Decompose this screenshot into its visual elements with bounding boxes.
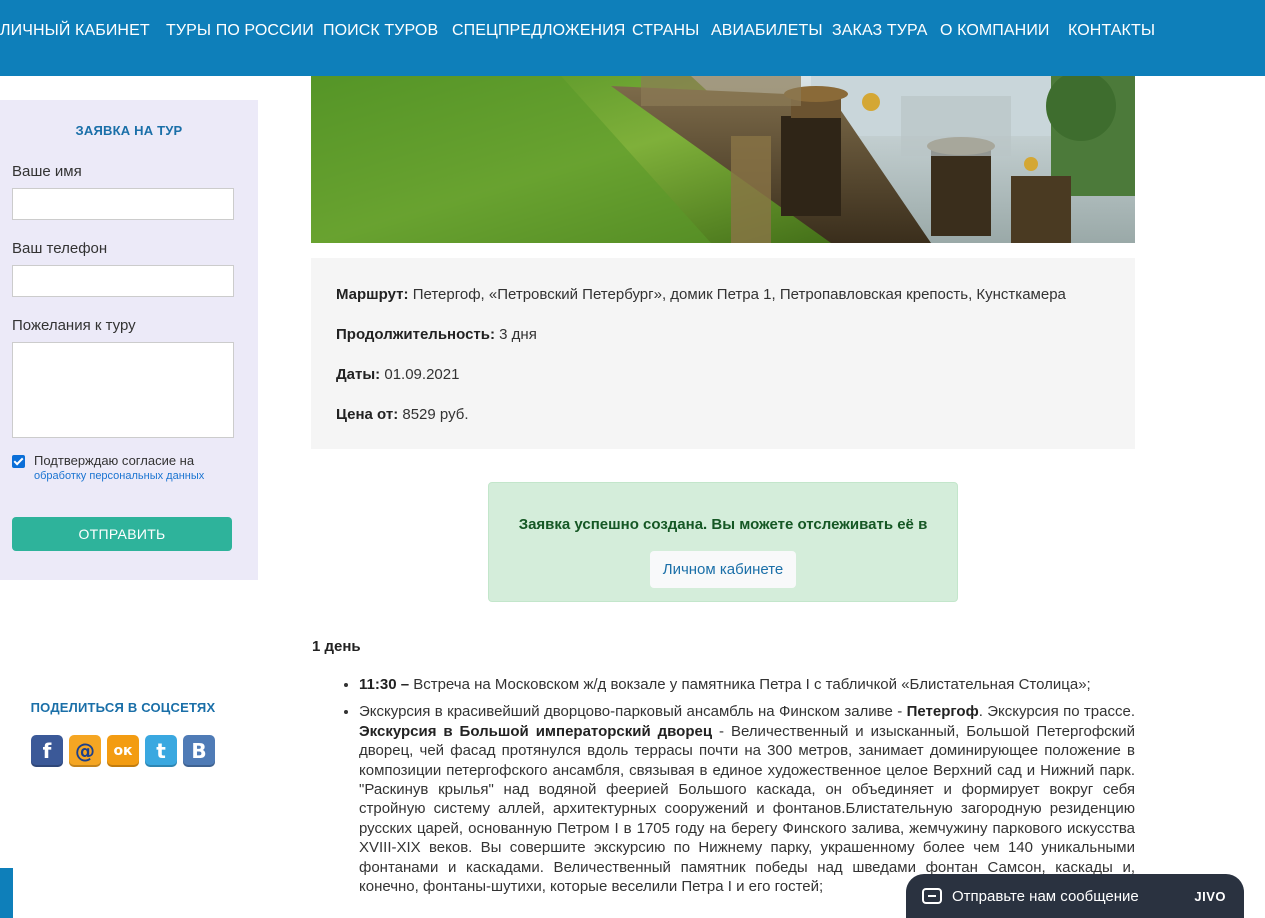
dates-row: Даты: 01.09.2021	[336, 366, 1110, 406]
route-row: Маршрут: Петергоф, «Петровский Петербург…	[336, 286, 1110, 326]
success-message: Заявка успешно создана. Вы можете отслеж…	[518, 516, 928, 533]
nav-item-order-tour[interactable]: ЗАКАЗ ТУРА	[832, 22, 927, 40]
tour-request-form: ЗАЯВКА НА ТУР Ваше имя Ваш телефон Пожел…	[0, 100, 258, 580]
dates-value: 01.09.2021	[384, 366, 460, 383]
chat-icon	[922, 888, 942, 904]
facebook-icon[interactable]: f	[31, 735, 63, 767]
nav-item-flights[interactable]: АВИАБИЛЕТЫ	[711, 22, 823, 40]
itinerary-list: 11:30 – Встреча на Московском ж/д вокзал…	[341, 675, 1135, 904]
consent-checkbox[interactable]	[12, 455, 25, 468]
nav-item-about[interactable]: О КОМПАНИИ	[940, 22, 1050, 40]
route-label: Маршрут:	[336, 286, 409, 303]
privacy-policy-link[interactable]: обработку персональных данных	[34, 470, 204, 482]
duration-value: 3 дня	[499, 326, 537, 343]
nav-item-russia-tours[interactable]: ТУРЫ ПО РОССИИ	[166, 22, 314, 40]
submit-button[interactable]: ОТПРАВИТЬ	[12, 517, 232, 551]
personal-cabinet-button[interactable]: Личном кабинете	[649, 551, 797, 588]
dates-label: Даты:	[336, 366, 381, 383]
jivo-logo: JIVO	[1194, 888, 1226, 904]
nav-item-cabinet[interactable]: ЛИЧНЫЙ КАБИНЕТ	[0, 22, 150, 40]
nav-item-countries[interactable]: СТРАНЫ	[632, 22, 699, 40]
nav-item-special-offers[interactable]: СПЕЦПРЕДЛОЖЕНИЯ	[452, 22, 625, 40]
item-highlight: Экскурсия в Большой императорский дворец	[359, 722, 713, 740]
wishes-textarea[interactable]	[12, 342, 234, 438]
price-value: 8529 руб.	[402, 406, 469, 423]
consent-row: Подтверждаю согласие на обработку персон…	[12, 452, 246, 482]
route-value: Петергоф, «Петровский Петербург», домик …	[412, 286, 1066, 303]
consent-text: Подтверждаю согласие на	[34, 453, 195, 468]
odnoklassniki-icon[interactable]: ок	[107, 735, 139, 767]
vkontakte-icon[interactable]: B	[183, 735, 215, 767]
price-row: Цена от: 8529 руб.	[336, 406, 1110, 446]
tour-info-box: Маршрут: Петергоф, «Петровский Петербург…	[311, 258, 1135, 449]
chat-widget-label: Отправьте нам сообщение	[952, 887, 1139, 905]
share-title: ПОДЕЛИТЬСЯ В СОЦСЕТЯХ	[30, 700, 216, 715]
item-highlight: Петергоф	[906, 703, 979, 721]
tour-hero-image	[311, 76, 1135, 243]
chat-widget[interactable]: Отправьте нам сообщение JIVO	[906, 874, 1244, 918]
nav-item-tour-search[interactable]: ПОИСК ТУРОВ	[323, 22, 438, 40]
phone-label: Ваш телефон	[12, 240, 108, 257]
item-text: . Экскурсия по трассе.	[978, 703, 1135, 721]
mail-ru-icon[interactable]: @	[69, 735, 101, 767]
nav-item-contacts[interactable]: КОНТАКТЫ	[1068, 22, 1155, 40]
item-time: 11:30 –	[359, 676, 410, 693]
phone-input[interactable]	[12, 265, 234, 297]
item-text: - Величественный и изысканный, Большой П…	[359, 722, 1135, 896]
share-icons: f @ ок t B	[0, 735, 246, 767]
price-label: Цена от:	[336, 406, 399, 423]
list-item: Экскурсия в красивейший дворцово-парковы…	[359, 702, 1135, 896]
share-section: ПОДЕЛИТЬСЯ В СОЦСЕТЯХ f @ ок t B	[0, 700, 246, 767]
form-title: ЗАЯВКА НА ТУР	[75, 123, 183, 138]
wishes-label: Пожелания к туру	[12, 317, 136, 334]
twitter-icon[interactable]: t	[145, 735, 177, 767]
item-text: Экскурсия в красивейший дворцово-парковы…	[359, 703, 907, 721]
name-label: Ваше имя	[12, 163, 82, 180]
day-title: 1 день	[312, 638, 361, 655]
peterhof-illustration	[311, 76, 1135, 243]
item-text: Встреча на Московском ж/д вокзале у памя…	[413, 676, 1091, 693]
success-alert: Заявка успешно создана. Вы можете отслеж…	[488, 482, 958, 602]
duration-label: Продолжительность:	[336, 326, 495, 343]
left-edge-tab[interactable]	[0, 868, 13, 918]
duration-row: Продолжительность: 3 дня	[336, 326, 1110, 366]
list-item: 11:30 – Встреча на Московском ж/д вокзал…	[359, 675, 1135, 694]
top-navigation: ЛИЧНЫЙ КАБИНЕТ ТУРЫ ПО РОССИИ ПОИСК ТУРО…	[0, 0, 1265, 76]
name-input[interactable]	[12, 188, 234, 220]
